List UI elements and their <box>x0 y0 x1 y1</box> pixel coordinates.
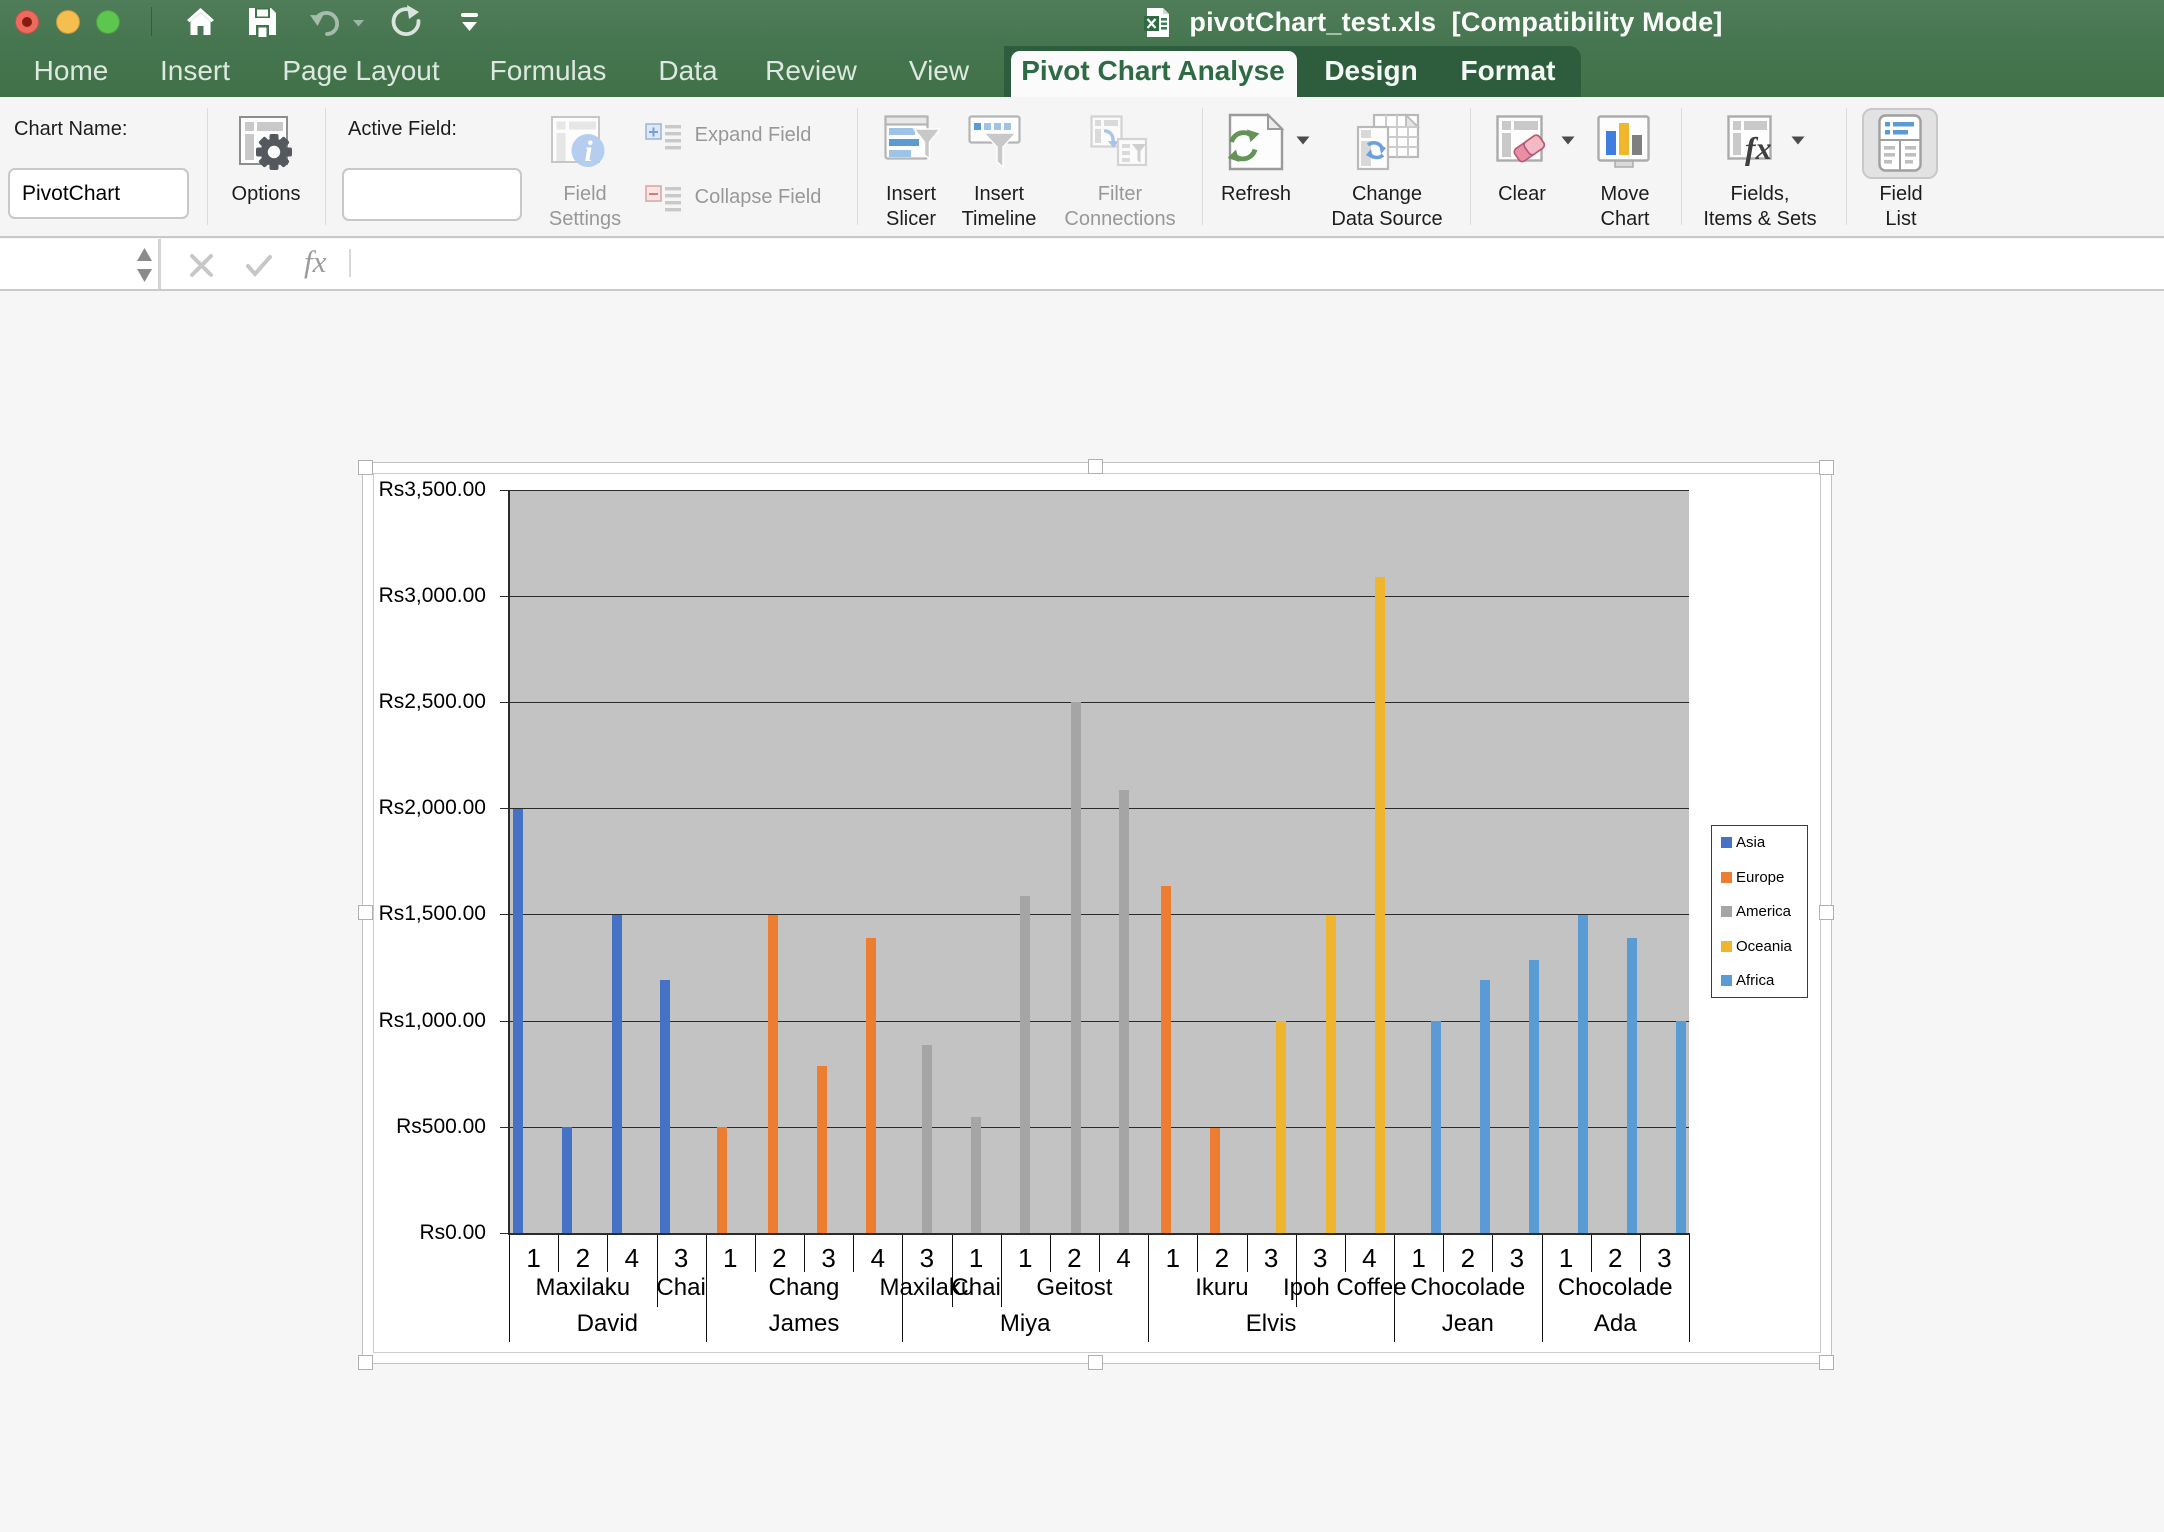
svg-text:fx: fx <box>1745 130 1772 166</box>
